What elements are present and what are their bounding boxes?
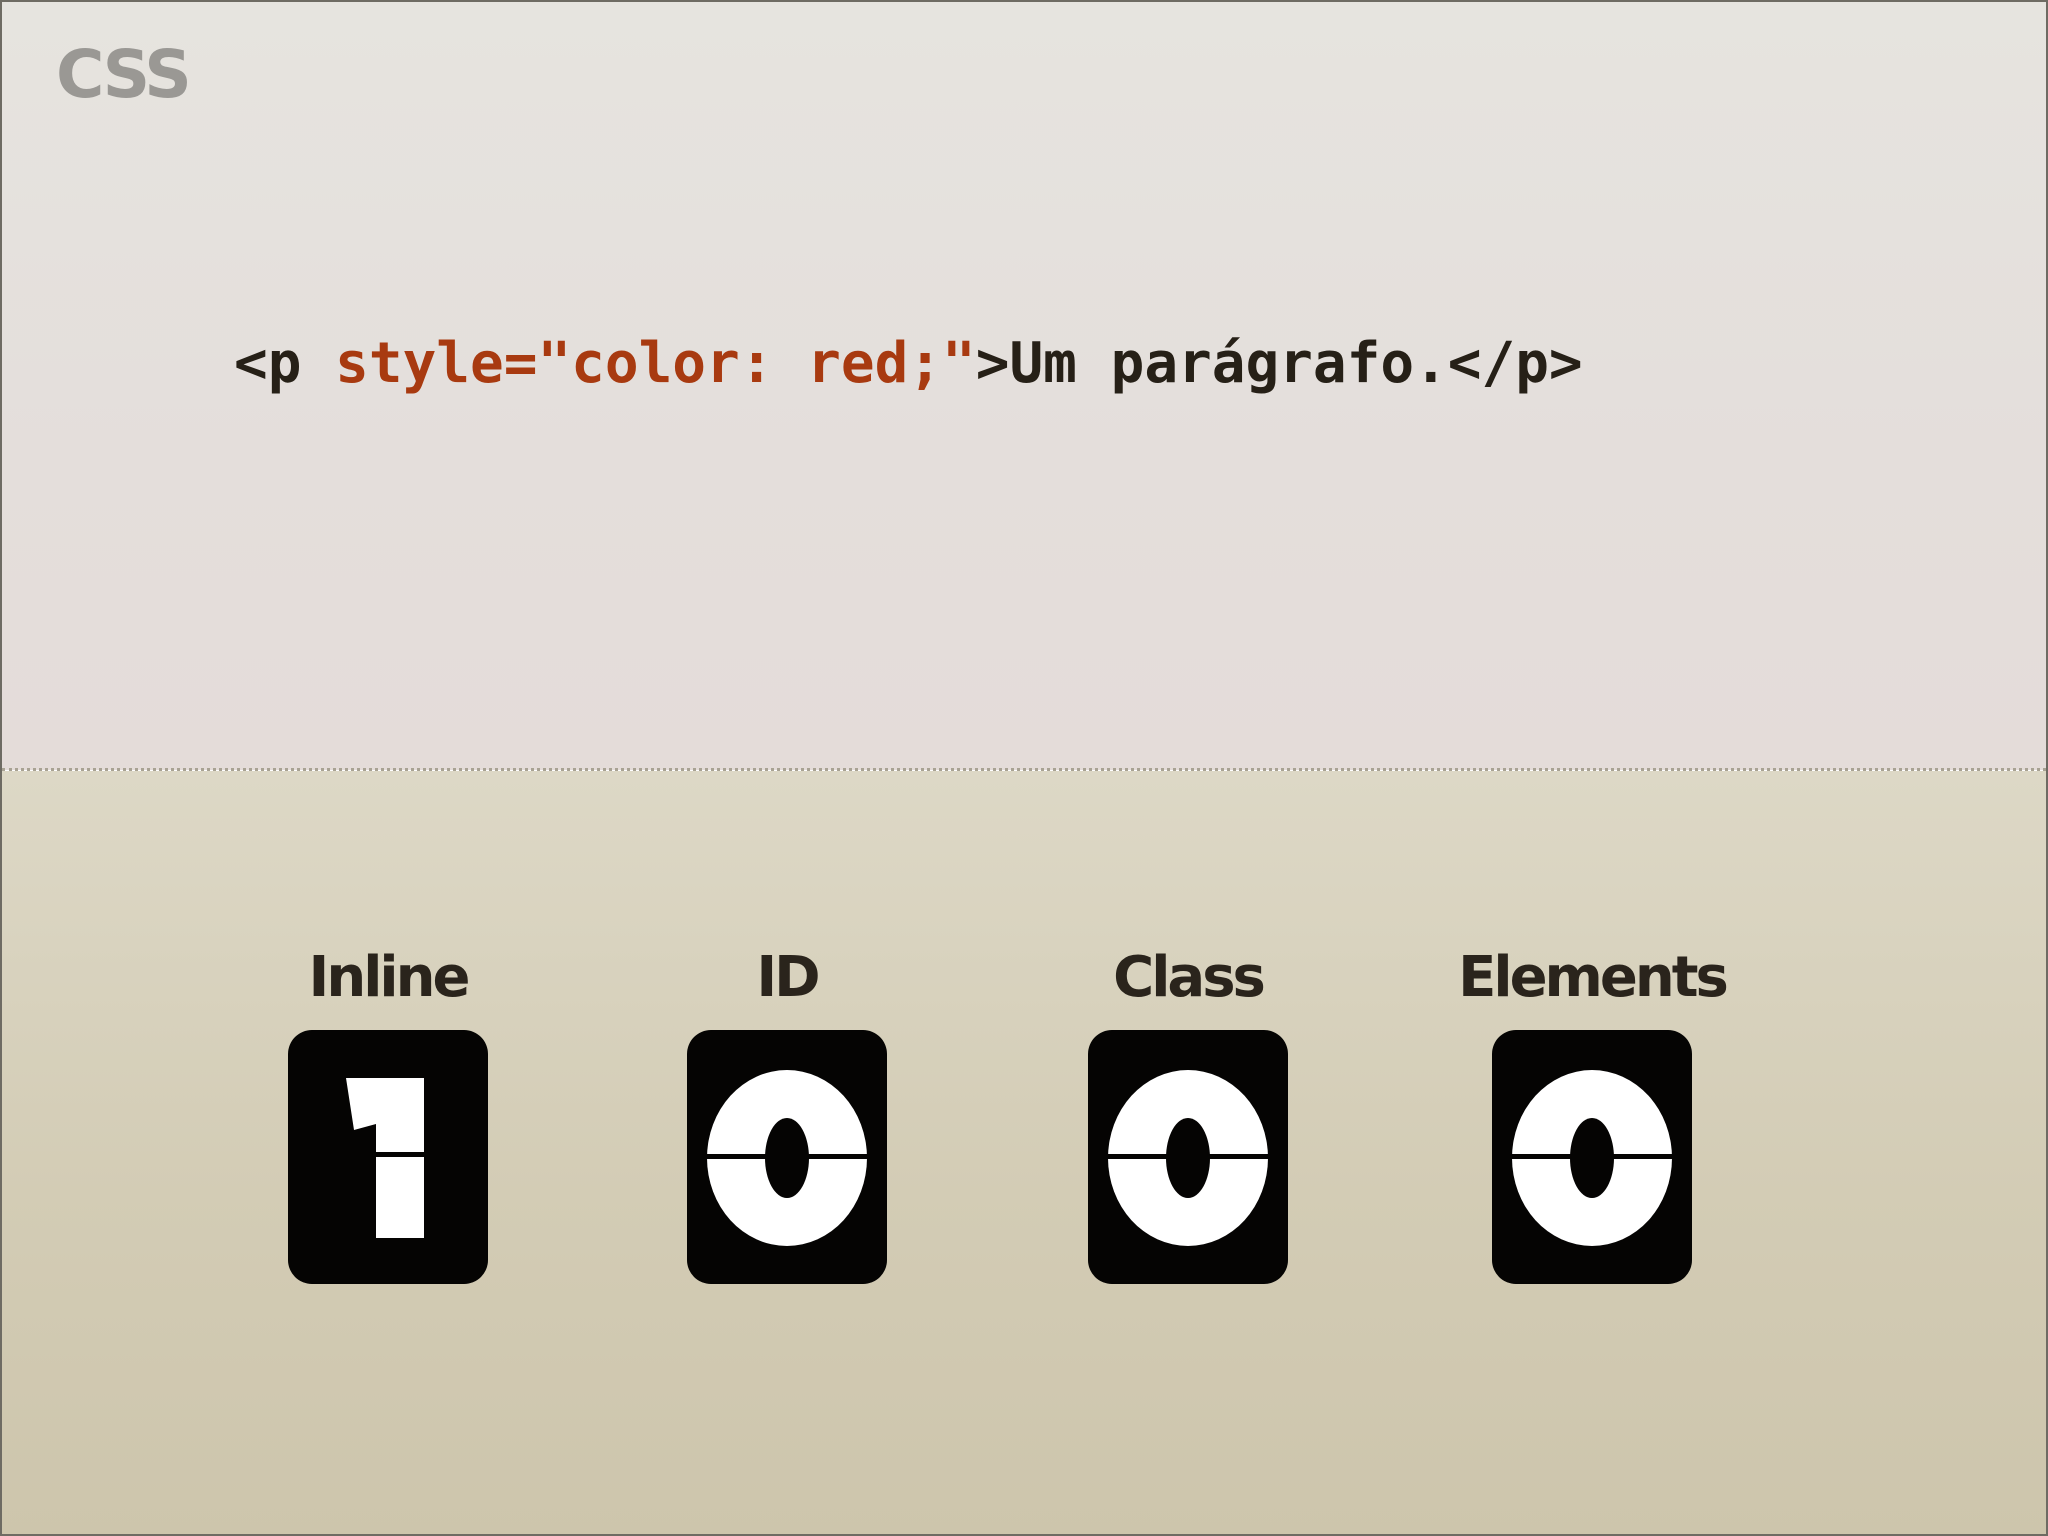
code-tag-open: <p [234,331,336,396]
slide: CSS <p style="color: red;">Um parágrafo.… [0,0,2048,1536]
code-tag-rest: >Um parágrafo.</p> [975,331,1583,396]
flip-card-elements [1492,1030,1692,1284]
flip-card-inline [288,1030,488,1284]
code-example: <p style="color: red;">Um parágrafo.</p> [234,336,1583,392]
counter-label: ID [756,945,820,1010]
flip-card-class [1088,1030,1288,1284]
counter-class: Class [1086,950,1290,1284]
digit-zero-glyph [1088,1070,1288,1246]
counter-inline: Inline [286,950,490,1284]
counter-label: Class [1113,945,1266,1010]
digit-one-glyph [288,1078,488,1238]
counter-id: ID [685,950,889,1284]
flip-card-id [687,1030,887,1284]
counter-label: Inline [308,945,471,1010]
digit-zero-glyph [1492,1070,1692,1246]
code-style-attribute: style="color: red;" [335,331,976,396]
counter-label: Elements [1458,945,1729,1010]
digit-zero-glyph [687,1070,887,1246]
css-logo: CSS [56,36,192,113]
counter-elements: Elements [1458,950,1729,1284]
